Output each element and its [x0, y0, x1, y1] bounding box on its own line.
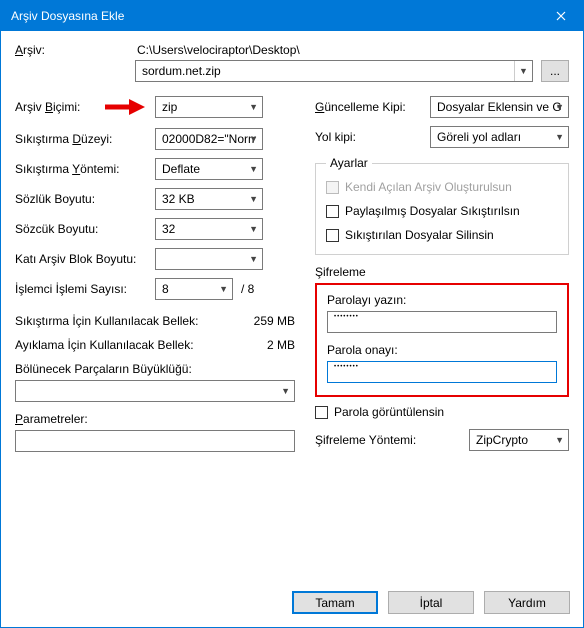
chevron-down-icon[interactable]: ▼ [514, 61, 532, 81]
sfx-label: Kendi Açılan Arşiv Oluşturulsun [345, 180, 512, 194]
options-legend: Ayarlar [326, 156, 372, 170]
archive-path: C:\Users\velociraptor\Desktop\ [135, 43, 533, 57]
password-input[interactable]: •••••••• [327, 311, 557, 333]
params-label: Parametreler: [15, 412, 295, 426]
password-confirm-input[interactable]: •••••••• [327, 361, 557, 383]
chevron-down-icon: ▼ [249, 254, 258, 264]
chevron-down-icon: ▼ [249, 224, 258, 234]
ellipsis-icon: ... [550, 64, 560, 78]
method-select[interactable]: Deflate ▼ [155, 158, 263, 180]
level-select[interactable]: 02000D82="Normal" ▼ [155, 128, 263, 150]
pathmode-label: Yol kipi: [315, 130, 430, 144]
archive-label: Arşiv: [15, 43, 135, 57]
sfx-checkbox [326, 181, 339, 194]
split-select[interactable]: ▼ [15, 380, 295, 402]
chevron-down-icon: ▼ [555, 132, 564, 142]
dict-label: Sözlük Boyutu: [15, 192, 155, 206]
encryption-group: Parolayı yazın: •••••••• Parola onayı: •… [315, 283, 569, 397]
archive-filename-combo[interactable]: ▼ [135, 60, 533, 82]
chevron-down-icon: ▼ [281, 386, 290, 396]
archive-filename-input[interactable] [136, 61, 514, 81]
params-input[interactable] [15, 430, 295, 452]
chevron-down-icon: ▼ [249, 194, 258, 204]
split-label: Bölünecek Parçaların Büyüklüğü: [15, 362, 295, 376]
chevron-down-icon: ▼ [249, 102, 258, 112]
word-label: Sözcük Boyutu: [15, 222, 155, 236]
red-arrow-icon [103, 98, 147, 116]
mem-decompress-label: Ayıklama İçin Kullanılacak Bellek: [15, 338, 194, 352]
mem-compress-value: 259 MB [254, 314, 295, 328]
chevron-down-icon: ▼ [555, 435, 564, 445]
password-confirm-label: Parola onayı: [327, 343, 557, 357]
chevron-down-icon: ▼ [249, 134, 258, 144]
chevron-down-icon: ▼ [219, 284, 228, 294]
encryption-legend: Şifreleme [315, 265, 569, 279]
delete-checkbox[interactable] [326, 229, 339, 242]
format-select[interactable]: zip ▼ [155, 96, 263, 118]
password-label: Parolayı yazın: [327, 293, 557, 307]
chevron-down-icon: ▼ [249, 164, 258, 174]
browse-button[interactable]: ... [541, 60, 569, 82]
titlebar: Arşiv Dosyasına Ekle [1, 1, 583, 31]
update-label: Güncelleme Kipi: [315, 100, 430, 114]
enc-method-label: Şifreleme Yöntemi: [315, 433, 430, 447]
shared-label: Paylaşılmış Dosyalar Sıkıştırılsın [345, 204, 520, 218]
dict-select[interactable]: 32 KB ▼ [155, 188, 263, 210]
cancel-button[interactable]: İptal [388, 591, 474, 614]
window-title: Arşiv Dosyasına Ekle [11, 9, 538, 23]
update-select[interactable]: Dosyalar Eklensin ve Günc ▼ [430, 96, 569, 118]
show-password-checkbox[interactable] [315, 406, 328, 419]
block-select[interactable]: ▼ [155, 248, 263, 270]
help-button[interactable]: Yardım [484, 591, 570, 614]
format-label: Arşiv Biçimi: [15, 100, 103, 114]
options-group: Ayarlar Kendi Açılan Arşiv Oluşturulsun … [315, 156, 569, 255]
mem-decompress-value: 2 MB [267, 338, 295, 352]
threads-label: İşlemci İşlemi Sayısı: [15, 282, 155, 296]
show-password-label: Parola görüntülensin [334, 405, 444, 419]
enc-method-select[interactable]: ZipCrypto ▼ [469, 429, 569, 451]
chevron-down-icon: ▼ [555, 102, 564, 112]
ok-button[interactable]: Tamam [292, 591, 378, 614]
dialog-buttons: Tamam İptal Yardım [292, 591, 570, 614]
block-label: Katı Arşiv Blok Boyutu: [15, 252, 155, 266]
mem-compress-label: Sıkıştırma İçin Kullanılacak Bellek: [15, 314, 198, 328]
threads-select[interactable]: 8 ▼ [155, 278, 233, 300]
threads-max: / 8 [241, 282, 254, 296]
close-button[interactable] [538, 1, 583, 31]
pathmode-select[interactable]: Göreli yol adları ▼ [430, 126, 569, 148]
close-icon [556, 11, 566, 21]
level-label: Sıkıştırma Düzeyi: [15, 132, 155, 146]
shared-checkbox[interactable] [326, 205, 339, 218]
method-label: Sıkıştırma Yöntemi: [15, 162, 155, 176]
word-select[interactable]: 32 ▼ [155, 218, 263, 240]
delete-label: Sıkıştırılan Dosyalar Silinsin [345, 228, 494, 242]
